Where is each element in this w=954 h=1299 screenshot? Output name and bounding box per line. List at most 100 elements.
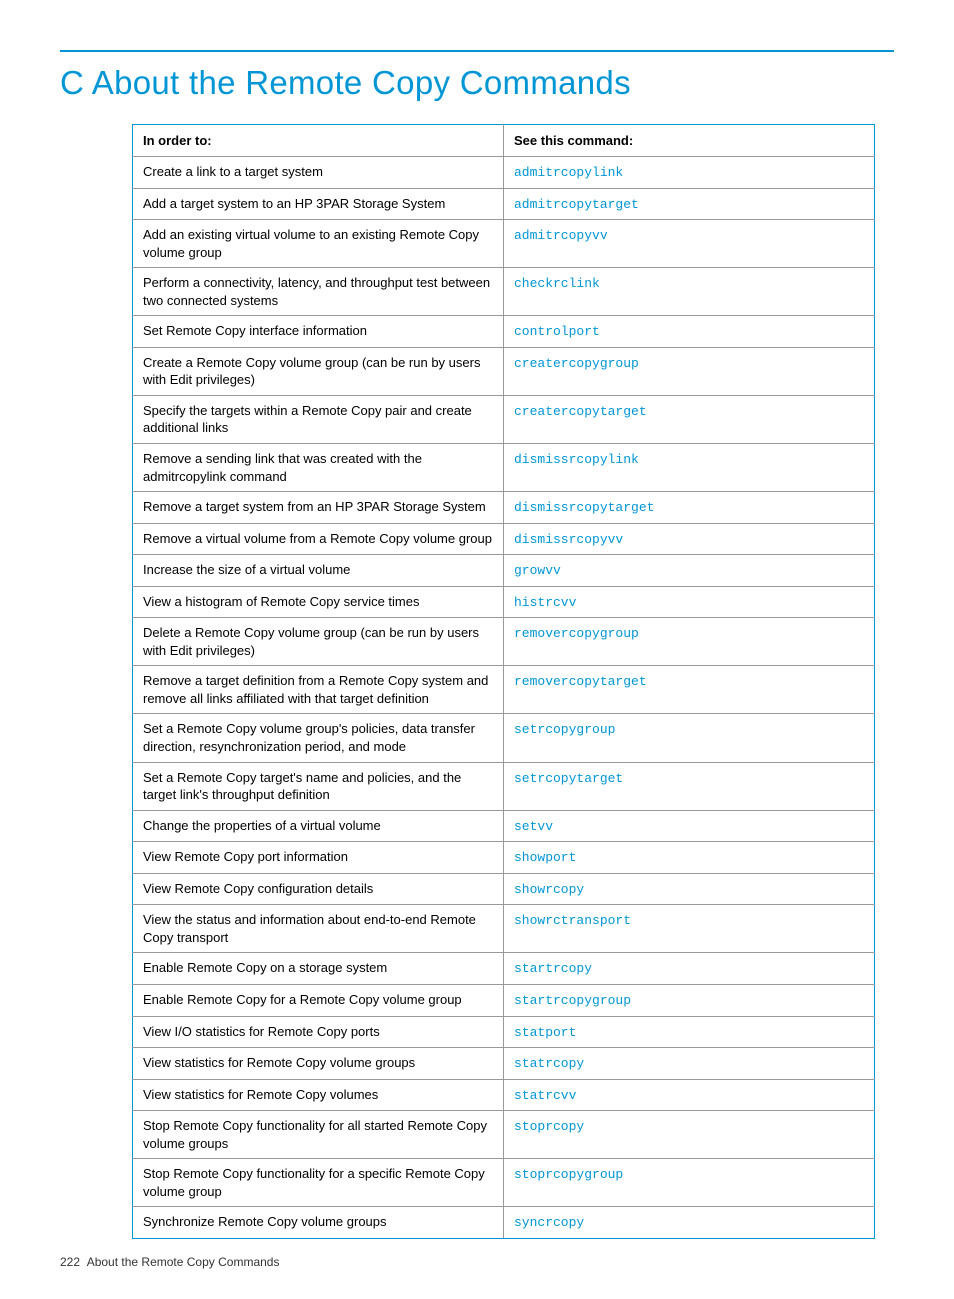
row-command: showport (504, 842, 875, 874)
row-description: View the status and information about en… (133, 905, 504, 953)
command-link[interactable]: syncrcopy (514, 1215, 584, 1230)
row-description: View Remote Copy port information (133, 842, 504, 874)
row-description: Specify the targets within a Remote Copy… (133, 395, 504, 443)
command-link[interactable]: stoprcopygroup (514, 1167, 623, 1182)
command-link[interactable]: statport (514, 1025, 576, 1040)
row-command: admitrcopylink (504, 157, 875, 189)
row-command: startrcopygroup (504, 984, 875, 1016)
table-row: View a histogram of Remote Copy service … (133, 586, 875, 618)
row-description: View statistics for Remote Copy volumes (133, 1079, 504, 1111)
row-command: dismissrcopytarget (504, 492, 875, 524)
row-command: dismissrcopylink (504, 444, 875, 492)
table-row: Delete a Remote Copy volume group (can b… (133, 618, 875, 666)
command-link[interactable]: controlport (514, 324, 600, 339)
row-description: Enable Remote Copy for a Remote Copy vol… (133, 984, 504, 1016)
table-row: Enable Remote Copy on a storage system st… (133, 953, 875, 985)
row-command: admitrcopytarget (504, 188, 875, 220)
table-row: View the status and information about en… (133, 905, 875, 953)
command-link[interactable]: startrcopy (514, 961, 592, 976)
row-description: Perform a connectivity, latency, and thr… (133, 268, 504, 316)
command-link[interactable]: creatercopytarget (514, 404, 647, 419)
command-link[interactable]: showrcopy (514, 882, 584, 897)
command-link[interactable]: admitrcopyvv (514, 228, 608, 243)
command-link[interactable]: showrctransport (514, 913, 631, 928)
row-command: stoprcopygroup (504, 1159, 875, 1207)
command-link[interactable]: dismissrcopytarget (514, 500, 654, 515)
row-command: syncrcopy (504, 1207, 875, 1239)
row-command: admitrcopyvv (504, 220, 875, 268)
header-in-order-to: In order to: (133, 125, 504, 157)
table-row: Remove a sending link that was created w… (133, 444, 875, 492)
row-description: View statistics for Remote Copy volume g… (133, 1048, 504, 1080)
row-command: checkrclink (504, 268, 875, 316)
row-description: View I/O statistics for Remote Copy port… (133, 1016, 504, 1048)
row-command: statrcopy (504, 1048, 875, 1080)
row-description: Set a Remote Copy target's name and poli… (133, 762, 504, 810)
table-row: Stop Remote Copy functionality for a spe… (133, 1159, 875, 1207)
command-link[interactable]: statrcvv (514, 1088, 576, 1103)
table-row: Stop Remote Copy functionality for all s… (133, 1111, 875, 1159)
command-link[interactable]: admitrcopylink (514, 165, 623, 180)
row-command: removercopygroup (504, 618, 875, 666)
command-link[interactable]: creatercopygroup (514, 356, 639, 371)
command-link[interactable]: admitrcopytarget (514, 197, 639, 212)
row-description: Add a target system to an HP 3PAR Storag… (133, 188, 504, 220)
table-row: Set a Remote Copy target's name and poli… (133, 762, 875, 810)
command-link[interactable]: histrcvv (514, 595, 576, 610)
footer-section: About the Remote Copy Commands (87, 1255, 280, 1269)
row-command: setrcopytarget (504, 762, 875, 810)
row-command: removercopytarget (504, 666, 875, 714)
table-header-row: In order to: See this command: (133, 125, 875, 157)
table-row: View statistics for Remote Copy volumes s… (133, 1079, 875, 1111)
table-row: Create a Remote Copy volume group (can b… (133, 347, 875, 395)
row-command: dismissrcopyvv (504, 523, 875, 555)
row-command: statrcvv (504, 1079, 875, 1111)
table-row: Enable Remote Copy for a Remote Copy vol… (133, 984, 875, 1016)
row-description: Stop Remote Copy functionality for a spe… (133, 1159, 504, 1207)
row-description: Enable Remote Copy on a storage system (133, 953, 504, 985)
commands-table: In order to: See this command: Create a … (132, 124, 875, 1239)
command-link[interactable]: removercopytarget (514, 674, 647, 689)
command-link[interactable]: growvv (514, 563, 561, 578)
row-command: creatercopygroup (504, 347, 875, 395)
command-link[interactable]: showport (514, 850, 576, 865)
row-description: Set a Remote Copy volume group's policie… (133, 714, 504, 762)
row-description: Change the properties of a virtual volum… (133, 810, 504, 842)
command-link[interactable]: setrcopygroup (514, 722, 615, 737)
row-description: Create a Remote Copy volume group (can b… (133, 347, 504, 395)
row-description: Remove a virtual volume from a Remote Co… (133, 523, 504, 555)
table-row: Synchronize Remote Copy volume groups syn… (133, 1207, 875, 1239)
table-row: Perform a connectivity, latency, and thr… (133, 268, 875, 316)
command-link[interactable]: removercopygroup (514, 626, 639, 641)
row-description: Remove a target system from an HP 3PAR S… (133, 492, 504, 524)
table-row: Remove a virtual volume from a Remote Co… (133, 523, 875, 555)
row-description: Increase the size of a virtual volume (133, 555, 504, 587)
table-row: Set Remote Copy interface information con… (133, 316, 875, 348)
row-description: Remove a sending link that was created w… (133, 444, 504, 492)
table-row: View Remote Copy port information showpor… (133, 842, 875, 874)
command-link[interactable]: setvv (514, 819, 553, 834)
row-command: setrcopygroup (504, 714, 875, 762)
row-description: Stop Remote Copy functionality for all s… (133, 1111, 504, 1159)
row-command: startrcopy (504, 953, 875, 985)
command-link[interactable]: dismissrcopyvv (514, 532, 623, 547)
table-row: Remove a target system from an HP 3PAR S… (133, 492, 875, 524)
row-description: Add an existing virtual volume to an exi… (133, 220, 504, 268)
row-description: Set Remote Copy interface information (133, 316, 504, 348)
row-command: controlport (504, 316, 875, 348)
row-description: Synchronize Remote Copy volume groups (133, 1207, 504, 1239)
command-link[interactable]: stoprcopy (514, 1119, 584, 1134)
table-row: Add an existing virtual volume to an exi… (133, 220, 875, 268)
page-number: 222 (60, 1255, 80, 1269)
command-link[interactable]: setrcopytarget (514, 771, 623, 786)
command-link[interactable]: statrcopy (514, 1056, 584, 1071)
row-description: View Remote Copy configuration details (133, 873, 504, 905)
command-link[interactable]: startrcopygroup (514, 993, 631, 1008)
table-row: Specify the targets within a Remote Copy… (133, 395, 875, 443)
command-link[interactable]: dismissrcopylink (514, 452, 639, 467)
table-row: Add a target system to an HP 3PAR Storag… (133, 188, 875, 220)
row-description: Create a link to a target system (133, 157, 504, 189)
row-command: histrcvv (504, 586, 875, 618)
table-row: Increase the size of a virtual volume gro… (133, 555, 875, 587)
command-link[interactable]: checkrclink (514, 276, 600, 291)
